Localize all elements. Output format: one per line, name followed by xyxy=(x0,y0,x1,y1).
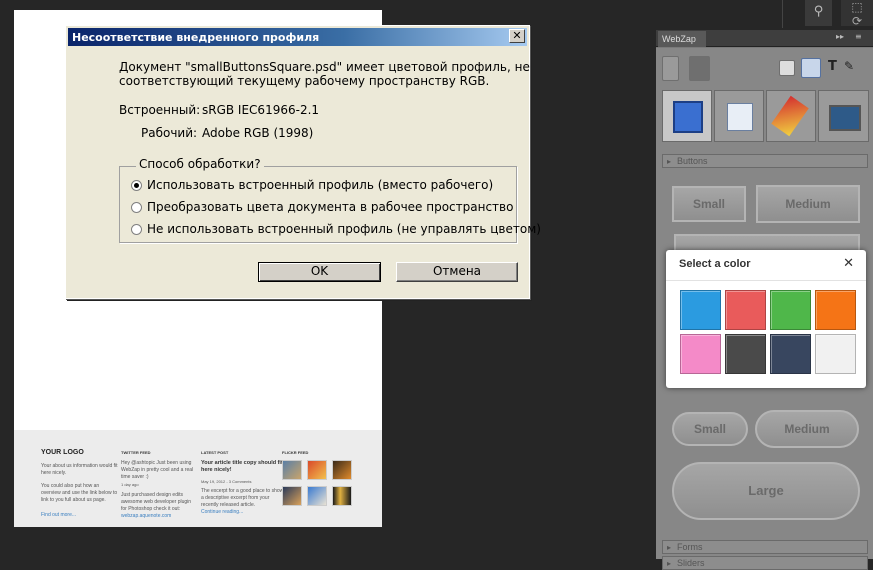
flickr-thumb[interactable] xyxy=(332,486,352,506)
footer-post-title: LATEST POST xyxy=(201,450,229,455)
color-swatch-dark-gray[interactable] xyxy=(725,334,766,374)
color-swatch-red[interactable] xyxy=(725,290,766,330)
hand-tool-icon[interactable]: ⚲ xyxy=(805,0,832,26)
footer-tweet-7: for Photoshop check it out: xyxy=(121,506,181,512)
footer-tweet-1: Hey @ashtopic Just been using xyxy=(121,460,192,466)
flickr-thumb[interactable] xyxy=(282,486,302,506)
message-line-2: соответствующий текущему рабочему простр… xyxy=(119,74,490,88)
cancel-button[interactable]: Отмена xyxy=(396,262,518,282)
section-forms[interactable]: Forms xyxy=(662,540,868,554)
option-discard[interactable]: Не использовать встроенный профиль (не у… xyxy=(147,222,541,236)
embedded-label: Встроенный: xyxy=(119,103,201,117)
layout-graphic xyxy=(673,101,703,133)
message-line-1: Документ "smallButtonsSquare.psd" имеет … xyxy=(119,60,530,74)
close-icon[interactable]: ✕ xyxy=(843,256,854,271)
profile-mismatch-dialog: Несоответствие внедренного профиля ✕ Док… xyxy=(65,25,541,299)
color-swatch-green[interactable] xyxy=(770,290,811,330)
text-tool-icon[interactable]: T xyxy=(828,59,837,74)
color-picker-popup: Select a color ✕ xyxy=(666,250,866,388)
panel-header: WebZap ▸▸ ≡ xyxy=(656,30,873,47)
preview-small-button[interactable]: Small xyxy=(672,186,746,222)
footer-twitter-title: TWITTER FEED xyxy=(121,450,151,455)
footer-about-1: Your about us information would fit xyxy=(41,463,118,469)
flickr-thumb[interactable] xyxy=(307,486,327,506)
preview-small-round-button[interactable]: Small xyxy=(672,412,748,446)
section-buttons[interactable]: Buttons xyxy=(662,154,868,168)
document-footer: YOUR LOGO Your about us information woul… xyxy=(14,430,382,527)
preview-medium-button[interactable]: Medium xyxy=(756,185,860,223)
working-label: Рабочий: xyxy=(141,126,198,140)
section-sliders[interactable]: Sliders xyxy=(662,556,868,570)
popup-title: Select a color xyxy=(679,258,751,270)
layout-icon[interactable] xyxy=(662,56,679,81)
footer-tweet-date: 1 day ago xyxy=(121,482,139,487)
footer-post-link[interactable]: Continue reading... xyxy=(201,509,243,516)
group-label: Способ обработки? xyxy=(136,157,264,171)
color-swatch-blue[interactable] xyxy=(680,290,721,330)
flickr-thumb[interactable] xyxy=(332,460,352,480)
footer-post-heading-1: Your article title copy should fit xyxy=(201,460,283,466)
radio-convert[interactable] xyxy=(131,202,142,213)
footer-post-date: May 19, 2012 - 3 Comments xyxy=(201,479,252,484)
grid-view-icon[interactable] xyxy=(801,58,821,78)
color-swatch-orange[interactable] xyxy=(815,290,856,330)
embedded-value: sRGB IEC61966-2.1 xyxy=(202,103,320,117)
footer-about-2: here nicely. xyxy=(41,470,67,476)
toolbar-divider xyxy=(782,0,783,28)
footer-about-4: You could also put how an xyxy=(41,483,100,489)
divider xyxy=(666,280,866,281)
option-convert[interactable]: Преобразовать цвета документа в рабочее … xyxy=(147,200,513,214)
working-value: Adobe RGB (1998) xyxy=(202,126,314,140)
color-swatch-pink[interactable] xyxy=(680,334,721,374)
footer-tweet-3: time saver :) xyxy=(121,474,149,480)
media-graphic xyxy=(829,105,861,131)
color-swatch-white[interactable] xyxy=(815,334,856,374)
dialog-title: Несоответствие внедренного профиля xyxy=(68,28,527,46)
color-swatch-navy[interactable] xyxy=(770,334,811,374)
brush-tool-icon[interactable]: ✎ xyxy=(844,59,854,73)
marquee-icon[interactable]: ⬚ ⟳ xyxy=(841,0,873,28)
preview-large-round-button[interactable]: Large xyxy=(672,462,860,520)
small-view-icon[interactable] xyxy=(779,60,795,76)
footer-tweet-link[interactable]: webzap.aquenote.com xyxy=(121,513,171,520)
footer-post-heading-2: here nicely! xyxy=(201,467,232,473)
footer-post-text-1: The excerpt for a good place to show xyxy=(201,488,284,494)
brush-graphic xyxy=(771,95,809,137)
flickr-thumb[interactable] xyxy=(282,460,302,480)
footer-tweet-2: WebZap in pretty cool and a real xyxy=(121,467,194,473)
panel-tab-webzap[interactable]: WebZap xyxy=(658,31,706,47)
footer-about-6: link to you full about us page. xyxy=(41,497,106,503)
tab-forms-icon[interactable] xyxy=(714,90,764,142)
tab-layout-icon[interactable] xyxy=(662,90,712,142)
radio-use-embedded[interactable] xyxy=(131,180,142,191)
preview-medium-round-button[interactable]: Medium xyxy=(755,410,859,448)
tab-brush-icon[interactable] xyxy=(766,90,816,142)
ok-button[interactable]: OK xyxy=(258,262,381,282)
panel-collapse-icon[interactable]: ▸▸ xyxy=(836,32,844,41)
tab-media-icon[interactable] xyxy=(818,90,869,142)
footer-tweet-6: awesome web developer plugin xyxy=(121,499,192,505)
panel-menu-icon[interactable]: ≡ xyxy=(855,32,862,41)
close-icon[interactable]: ✕ xyxy=(509,29,525,43)
forms-graphic xyxy=(727,103,753,131)
option-use-embedded[interactable]: Использовать встроенный профиль (вместо … xyxy=(147,178,493,192)
footer-tweet-5: Just purchased design edits xyxy=(121,492,183,498)
footer-logo: YOUR LOGO xyxy=(41,449,84,456)
flickr-thumb[interactable] xyxy=(307,460,327,480)
footer-post-text-2: a descriptive excerpt from your xyxy=(201,495,270,501)
footer-flickr-title: FLICKR FEED xyxy=(282,450,309,455)
radio-discard[interactable] xyxy=(131,224,142,235)
footer-about-5: overview and use the link below to xyxy=(41,490,118,496)
layout-alt-icon[interactable] xyxy=(689,56,710,81)
footer-post-text-3: recently released article. xyxy=(201,502,256,508)
footer-find-out-link[interactable]: Find out more... xyxy=(41,512,76,519)
